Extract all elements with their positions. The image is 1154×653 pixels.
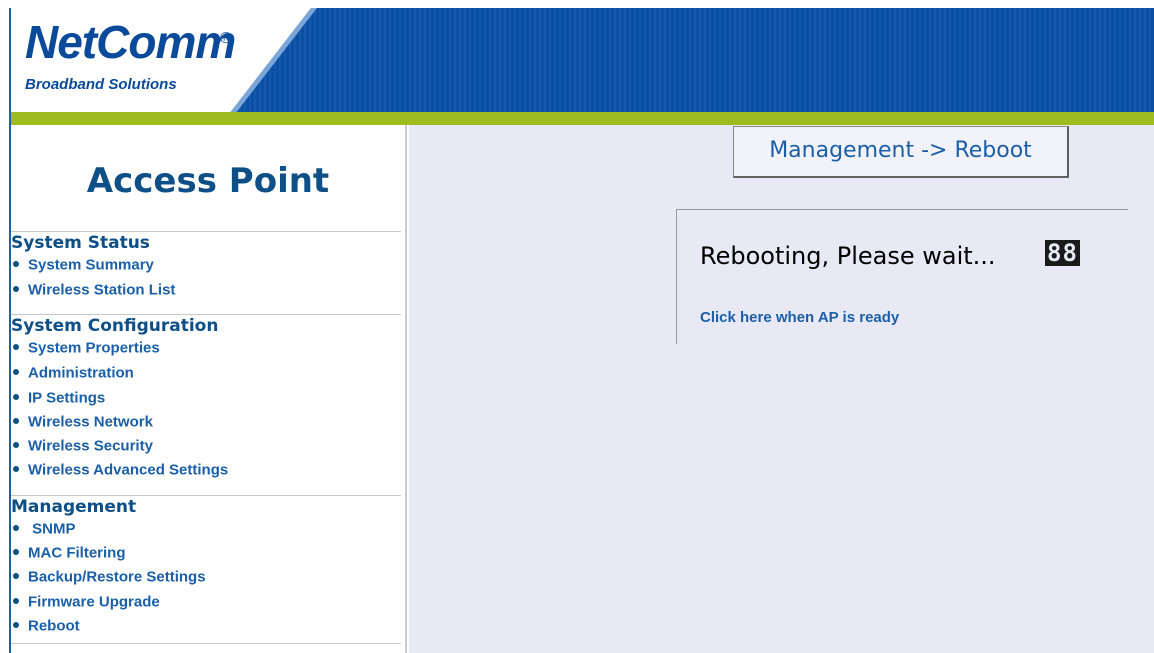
registered-mark: ® [220, 30, 232, 47]
logo-tagline: Broadband Solutions [25, 76, 177, 93]
bullet-icon [13, 572, 19, 579]
sidebar-item-wireless-network[interactable]: Wireless Network [11, 413, 153, 435]
sidebar-item-wireless-security[interactable]: Wireless Security [11, 437, 153, 459]
bullet-icon [13, 441, 19, 448]
content-box-border-top [676, 209, 1128, 210]
section-heading-system-configuration: System Configuration [11, 316, 219, 336]
reboot-status-message: Rebooting, Please wait... [700, 242, 996, 270]
page-title: Management -> Reboot [733, 126, 1069, 178]
bullet-icon [13, 260, 19, 267]
sidebar-item-mac-filtering[interactable]: MAC Filtering [11, 544, 126, 566]
section-heading-system-status: System Status [11, 233, 150, 253]
sidebar-item-snmp[interactable]: SNMP [11, 520, 76, 542]
bullet-icon [13, 621, 19, 628]
ap-ready-link[interactable]: Click here when AP is ready [700, 309, 899, 326]
bullet-icon [13, 597, 19, 604]
bullet-icon [13, 524, 19, 531]
section-heading-management: Management [11, 497, 137, 517]
sidebar-item-backup-restore-settings[interactable]: Backup/Restore Settings [11, 568, 206, 590]
sidebar-item-wireless-station-list[interactable]: Wireless Station List [11, 281, 175, 303]
bullet-icon [13, 465, 19, 472]
sidebar-item-system-summary[interactable]: System Summary [11, 256, 154, 278]
sidebar-item-administration[interactable]: Administration [11, 364, 134, 386]
bullet-icon [13, 548, 19, 555]
bullet-icon [13, 343, 19, 350]
netcomm-logo: NetComm [25, 16, 236, 68]
divider [11, 231, 401, 232]
bullet-icon [13, 368, 19, 375]
divider [11, 314, 401, 315]
sidebar-item-firmware-upgrade[interactable]: Firmware Upgrade [11, 593, 160, 615]
divider [11, 495, 401, 496]
sidebar-item-ip-settings[interactable]: IP Settings [11, 389, 105, 411]
divider [11, 643, 401, 644]
accent-stripe [11, 112, 1154, 125]
sidebar-item-reboot[interactable]: Reboot [11, 617, 80, 639]
content-box-border-left [676, 209, 677, 344]
sidebar: Access Point System Status System Summar… [11, 125, 407, 653]
bullet-icon [13, 393, 19, 400]
header-banner: NetComm ® Broadband Solutions [11, 8, 1154, 118]
bullet-icon [13, 417, 19, 424]
main-content: Management -> Reboot Rebooting, Please w… [409, 125, 1154, 653]
reboot-countdown: 88 [1045, 239, 1080, 267]
sidebar-item-system-properties[interactable]: System Properties [11, 339, 160, 361]
bullet-icon [13, 285, 19, 292]
sidebar-item-wireless-advanced-settings[interactable]: Wireless Advanced Settings [11, 461, 228, 483]
app-frame: NetComm ® Broadband Solutions Access Poi… [9, 8, 1154, 653]
sidebar-title: Access Point [86, 161, 330, 201]
